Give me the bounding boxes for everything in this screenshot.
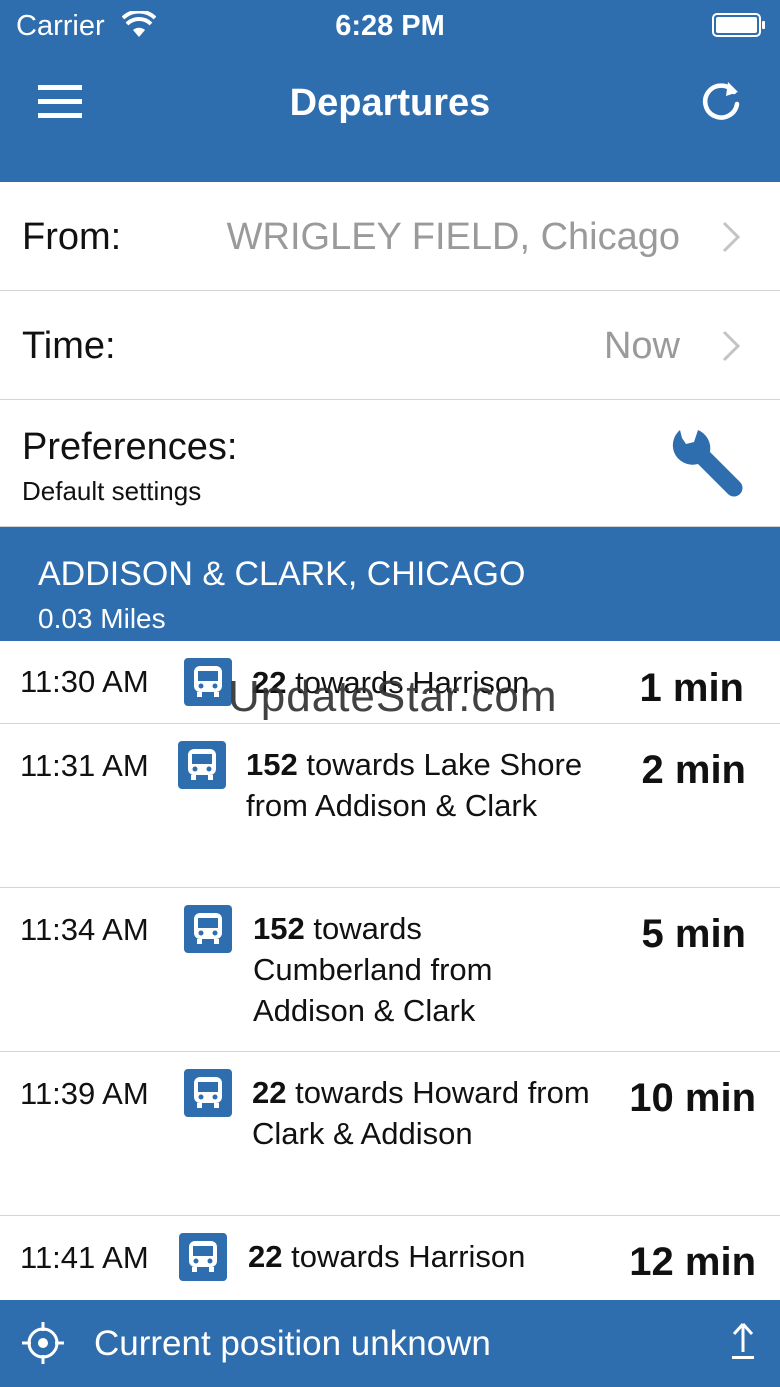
bus-icon <box>179 1233 227 1281</box>
route-number: 22 <box>252 665 287 700</box>
stop-name: ADDISON & CLARK, CHICAGO <box>38 555 526 593</box>
departure-description: 22 towards Harrison <box>248 1236 598 1277</box>
departure-description: 152 towards Lake Shore from Addison & Cl… <box>246 744 596 826</box>
status-bar: Carrier 6:28 PM <box>0 0 780 52</box>
app-header: Carrier 6:28 PM Departures <box>0 0 780 182</box>
departure-description: 22 towards Howard from Clark & Addison <box>252 1072 597 1154</box>
wrench-icon[interactable] <box>666 424 746 504</box>
departure-description: 152 towards Cumberland from Addison & Cl… <box>253 908 553 1031</box>
departure-row[interactable]: 11:39 AM 22 towards Howard from Clark & … <box>0 1052 780 1216</box>
time-value: Now <box>603 325 680 367</box>
time-row[interactable]: Time: Now <box>0 291 780 400</box>
refresh-icon[interactable] <box>698 78 744 124</box>
chevron-right-icon <box>722 221 741 253</box>
departure-row[interactable]: 11:30 AM 22 towards Harrison 1 min <box>0 642 780 724</box>
battery-icon <box>712 13 765 37</box>
departure-time: 11:30 AM <box>20 664 149 699</box>
route-number: 22 <box>252 1075 287 1110</box>
departure-row[interactable]: 11:41 AM 22 towards Harrison 12 min <box>0 1216 780 1300</box>
departure-time: 11:41 AM <box>20 1240 149 1275</box>
stop-distance: 0.03 Miles <box>38 603 166 634</box>
stop-header: ADDISON & CLARK, CHICAGO 0.03 Miles <box>0 527 780 641</box>
bus-icon <box>178 741 226 789</box>
route-number: 152 <box>253 911 305 946</box>
departure-minutes: 12 min <box>629 1240 756 1284</box>
departure-minutes: 1 min <box>639 666 744 710</box>
preferences-row[interactable]: Preferences: Default settings <box>0 400 780 527</box>
bus-icon <box>184 1069 232 1117</box>
bus-icon <box>184 658 232 706</box>
departure-minutes: 5 min <box>641 912 746 956</box>
bus-icon <box>184 905 232 953</box>
departure-minutes: 10 min <box>629 1076 756 1120</box>
route-destination: towards Harrison <box>286 665 530 700</box>
departure-row[interactable]: 11:31 AM 152 towards Lake Shore from Add… <box>0 724 780 888</box>
from-row[interactable]: From: WRIGLEY FIELD, Chicago <box>0 182 780 291</box>
departure-time: 11:39 AM <box>20 1076 149 1111</box>
location-status: Current position unknown <box>94 1324 491 1363</box>
departure-time: 11:31 AM <box>20 748 149 783</box>
route-destination: towards Howard from Clark & Addison <box>252 1075 590 1151</box>
route-number: 152 <box>246 747 298 782</box>
departure-minutes: 2 min <box>641 748 746 792</box>
route-number: 22 <box>248 1239 283 1274</box>
time-label: Time: <box>22 325 116 367</box>
route-destination: towards Harrison <box>282 1239 526 1274</box>
chevron-right-icon <box>722 330 741 362</box>
preferences-value: Default settings <box>22 476 202 506</box>
from-label: From: <box>22 216 122 258</box>
departure-time: 11:34 AM <box>20 912 149 947</box>
departure-description: 22 towards Harrison <box>252 662 602 703</box>
crosshair-icon[interactable] <box>20 1320 66 1366</box>
page-title: Departures <box>289 82 491 124</box>
from-value: WRIGLEY FIELD, Chicago <box>226 216 680 258</box>
status-time: 6:28 PM <box>335 10 445 42</box>
departure-row[interactable]: 11:34 AM 152 towards Cumberland from Add… <box>0 888 780 1052</box>
preferences-label: Preferences: <box>22 426 238 468</box>
share-icon[interactable] <box>730 1322 756 1362</box>
location-footer: Current position unknown <box>0 1300 780 1387</box>
